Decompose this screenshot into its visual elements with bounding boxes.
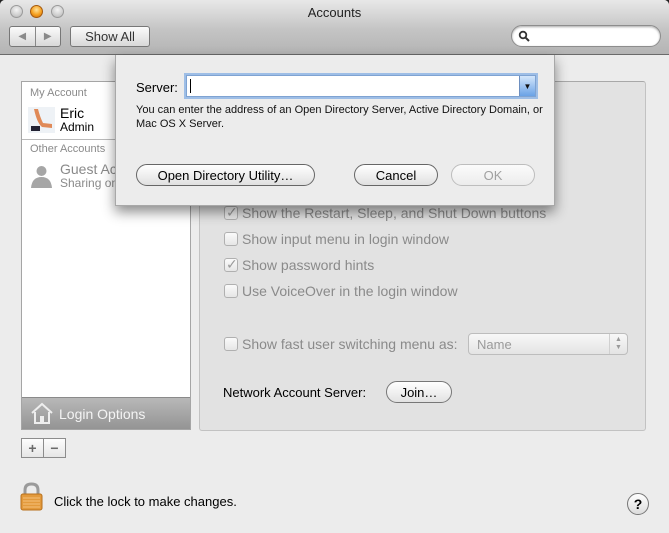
checkbox[interactable] xyxy=(224,284,238,298)
popup-value: Name xyxy=(477,337,512,352)
window-title: Accounts xyxy=(307,5,362,20)
server-help-text: You can enter the address of an Open Dir… xyxy=(136,104,543,130)
account-name: Guest Ac xyxy=(60,161,117,177)
guest-silhouette-icon xyxy=(31,166,52,188)
checkbox[interactable] xyxy=(224,337,238,351)
open-directory-utility-button[interactable]: Open Directory Utility… xyxy=(136,164,315,186)
text-caret xyxy=(190,79,191,93)
window-toolbar: Accounts ◀ ▶ Show All xyxy=(0,0,669,55)
updown-arrows-icon: ▲ ▼ xyxy=(609,334,627,354)
join-server-sheet: Server: ▼ You can enter the address of a… xyxy=(115,55,555,206)
user-picture-icon xyxy=(28,107,55,133)
lock-icon[interactable] xyxy=(20,482,43,511)
my-account-header: My Account xyxy=(30,87,87,99)
triangle-down-icon: ▼ xyxy=(523,81,532,91)
triangle-right-icon: ▶ xyxy=(43,31,52,42)
server-label: Server: xyxy=(136,80,178,95)
back-forward-control: ◀ ▶ xyxy=(9,26,61,47)
checkbox[interactable] xyxy=(224,204,238,221)
lock-message: Click the lock to make changes. xyxy=(54,494,237,509)
back-button[interactable]: ◀ xyxy=(10,27,35,46)
server-combo-box[interactable]: ▼ xyxy=(186,75,536,97)
house-icon xyxy=(31,402,53,424)
add-account-button[interactable]: + xyxy=(22,439,43,457)
login-options-label: Login Options xyxy=(59,406,146,422)
accounts-window: Accounts ◀ ▶ Show All My Account Eric Ad… xyxy=(0,0,669,533)
checkbox-label: Use VoiceOver in the login window xyxy=(242,283,458,299)
checkbox-fast-user-switching[interactable]: Show fast user switching menu as: xyxy=(224,335,458,353)
checkbox[interactable] xyxy=(224,256,238,273)
account-status: Sharing on xyxy=(60,176,119,190)
dropdown-arrow-button[interactable]: ▼ xyxy=(519,76,535,96)
cancel-button[interactable]: Cancel xyxy=(354,164,438,186)
checkbox-label: Show password hints xyxy=(242,257,375,273)
help-button[interactable]: ? xyxy=(627,493,649,515)
checkbox-show-password-hints[interactable]: Show password hints xyxy=(224,256,374,274)
checkbox-label: Show the Restart, Sleep, and Shut Down b… xyxy=(242,205,547,221)
account-role: Admin xyxy=(60,120,95,134)
account-name: Eric xyxy=(60,105,85,121)
forward-button[interactable]: ▶ xyxy=(34,27,61,46)
network-account-server-label: Network Account Server: xyxy=(223,385,367,400)
question-mark-icon: ? xyxy=(633,496,643,512)
magnifier-icon xyxy=(518,30,530,42)
login-options-item[interactable]: Login Options xyxy=(22,397,190,429)
search-field[interactable] xyxy=(511,25,661,47)
checkbox-show-input-menu[interactable]: Show input menu in login window xyxy=(224,230,449,248)
add-remove-control: + − xyxy=(21,438,66,458)
triangle-left-icon: ◀ xyxy=(18,31,27,42)
checkbox-use-voiceover[interactable]: Use VoiceOver in the login window xyxy=(224,282,458,300)
join-button[interactable]: Join… xyxy=(386,381,452,403)
show-all-button[interactable]: Show All xyxy=(70,26,150,47)
fast-user-switching-popup[interactable]: Name ▲ ▼ xyxy=(468,333,628,355)
checkbox-label: Show input menu in login window xyxy=(242,231,450,247)
checkbox-label: Show fast user switching menu as: xyxy=(242,336,458,352)
ok-button[interactable]: OK xyxy=(451,164,535,186)
checkbox-show-restart-buttons[interactable]: Show the Restart, Sleep, and Shut Down b… xyxy=(224,204,546,222)
remove-account-button[interactable]: − xyxy=(43,439,65,457)
other-accounts-header: Other Accounts xyxy=(30,143,106,155)
checkbox[interactable] xyxy=(224,232,238,246)
